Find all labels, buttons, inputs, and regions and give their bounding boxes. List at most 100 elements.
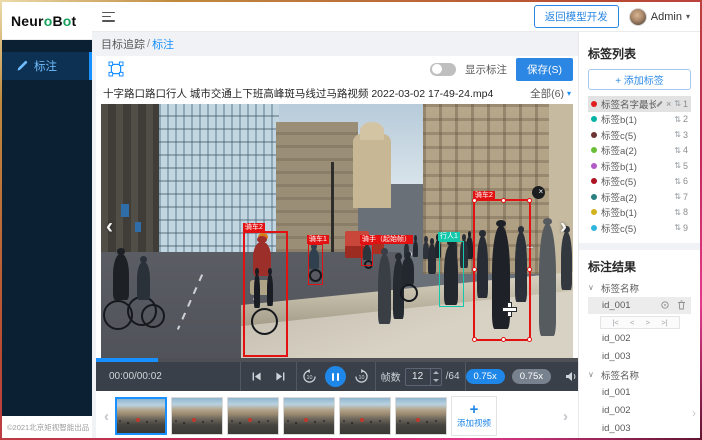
bounding-box-rider2-selected[interactable]: 骑车2 [473,199,531,341]
collapse-caret-icon: ∨ [588,283,596,292]
label-item[interactable]: 标签b(1) ⇅ 2 [588,112,691,128]
annotation-toolbar: 显示标注 保存(S) [96,56,578,82]
panel-next-icon[interactable]: › [692,406,696,420]
edit-icon[interactable] [656,101,662,107]
frame-increment-button[interactable] [431,369,441,377]
video-thumbnail[interactable] [171,397,223,435]
sort-icon[interactable]: ⇅ [674,115,681,124]
rewind-10-button[interactable]: 10 [302,369,317,384]
avatar [629,8,647,26]
back-to-model-dev-button[interactable]: 返回模型开发 [534,5,619,28]
prev-page-icon[interactable]: < [630,318,634,327]
last-page-icon[interactable]: >| [661,318,667,327]
resize-handle[interactable] [472,337,477,342]
bounding-box-rider2[interactable]: 骑车2 [243,231,288,357]
cyclist-figure [402,257,414,285]
video-progress-bar[interactable] [96,358,578,362]
add-video-button[interactable]: + 添加视频 [451,396,497,436]
box-label: 骑手（起始帧） [360,235,413,244]
resize-handle[interactable] [527,267,532,272]
result-group-header[interactable]: ∨ 标签名称 [588,279,691,297]
label-name: 标签a(2) [601,143,674,157]
resize-handle[interactable] [501,198,506,203]
user-menu[interactable]: Admin ▾ [629,8,690,26]
result-group-header-collapsed[interactable]: > 标签名称 [588,438,691,439]
first-page-icon[interactable]: |< [612,318,618,327]
time-display: 00:00/00:02 [96,362,240,391]
sort-icon[interactable]: ⇅ [674,161,681,170]
filmstrip-next-icon[interactable]: › [561,408,570,425]
result-item[interactable]: id_001 [588,384,691,402]
filter-all-dropdown[interactable]: 全部(6) ▾ [530,86,571,101]
video-thumbnail[interactable] [283,397,335,435]
delete-box-button[interactable]: × [532,186,545,199]
bounding-box-pedestrian1[interactable]: 行人1 [439,241,464,307]
result-item[interactable]: id_003 [588,348,691,366]
sort-icon[interactable]: ⇅ [674,130,681,139]
label-item-selected[interactable]: 标签名字最长数... × ⇅ 1 [588,96,691,112]
video-thumbnail[interactable] [227,397,279,435]
next-frame-button[interactable] [275,371,286,382]
next-page-icon[interactable]: > [646,318,650,327]
label-name: 标签b(1) [601,159,674,173]
bicycle-wheel [400,284,418,302]
resize-handle[interactable] [527,198,532,203]
resize-handle[interactable] [472,198,477,203]
forward-10-button[interactable]: 10 [354,369,369,384]
label-color-dot [591,163,597,169]
result-item[interactable]: id_002 [588,402,691,420]
sidebar-item-annotation[interactable]: 标注 [2,52,92,80]
prev-video-chevron[interactable]: ‹ [106,216,113,238]
result-item-selected[interactable]: id_001 [588,297,691,314]
sort-icon[interactable]: ⇅ [674,99,681,108]
label-item[interactable]: 标签b(1) ⇅ 5 [588,158,691,174]
breadcrumb-parent[interactable]: 目标追踪 [101,36,145,52]
sort-icon[interactable]: ⇅ [674,192,681,201]
result-group-header[interactable]: ∨ 标签名称 [588,366,691,384]
pause-button[interactable] [325,366,346,387]
frame-pagination: |< < > >| [600,316,680,329]
resize-handle[interactable] [501,337,506,342]
label-item[interactable]: 标签a(2) ⇅ 4 [588,143,691,159]
video-frame[interactable]: 骑车2 骑车1 骑手（起始帧） 行人1 骑车2 [101,104,573,358]
result-item[interactable]: id_002 [588,330,691,348]
label-color-dot [591,194,597,200]
volume-button[interactable] [565,371,578,382]
label-item[interactable]: 标签c(5) ⇅ 9 [588,220,691,236]
video-thumbnail[interactable] [339,397,391,435]
label-name: 标签c(5) [601,174,674,188]
video-thumbnail-selected[interactable] [115,397,167,435]
result-item[interactable]: id_003 [588,420,691,438]
collapse-caret-icon: ∨ [588,370,596,379]
label-name: 标签c(5) [601,128,674,142]
delete-label-icon[interactable]: × [666,100,671,108]
frame-decrement-button[interactable] [431,377,441,385]
bounding-box-rider1[interactable]: 骑车1 [308,244,323,285]
label-item[interactable]: 标签c(5) ⇅ 6 [588,174,691,190]
label-item[interactable]: 标签b(1) ⇅ 8 [588,205,691,221]
bounding-box-rider-startframe[interactable]: 骑手（起始帧） [361,244,373,266]
next-video-chevron[interactable]: › [560,216,567,238]
show-annotation-toggle[interactable] [430,63,456,76]
resize-handle[interactable] [527,337,532,342]
filmstrip-prev-icon[interactable]: ‹ [102,408,111,425]
prev-frame-button[interactable] [251,371,262,382]
label-item[interactable]: 标签c(5) ⇅ 3 [588,127,691,143]
speed-active-pill[interactable]: 0.75x [466,369,505,384]
trash-icon[interactable] [677,300,686,310]
menu-collapse-icon[interactable] [102,12,115,22]
rect-select-tool[interactable] [105,58,127,80]
sort-icon[interactable]: ⇅ [674,208,681,217]
sort-icon[interactable]: ⇅ [674,177,681,186]
speed-option-pill[interactable]: 0.75x [512,369,551,384]
resize-handle[interactable] [472,267,477,272]
video-thumbnail[interactable] [395,397,447,435]
locate-icon[interactable] [660,300,670,310]
add-label-button[interactable]: + 添加标签 [588,69,691,90]
save-button[interactable]: 保存(S) [516,58,573,81]
label-item[interactable]: 标签a(2) ⇅ 7 [588,189,691,205]
sort-icon[interactable]: ⇅ [674,223,681,232]
username: Admin [651,11,682,23]
sort-icon[interactable]: ⇅ [674,146,681,155]
frame-number-input[interactable] [406,369,430,385]
